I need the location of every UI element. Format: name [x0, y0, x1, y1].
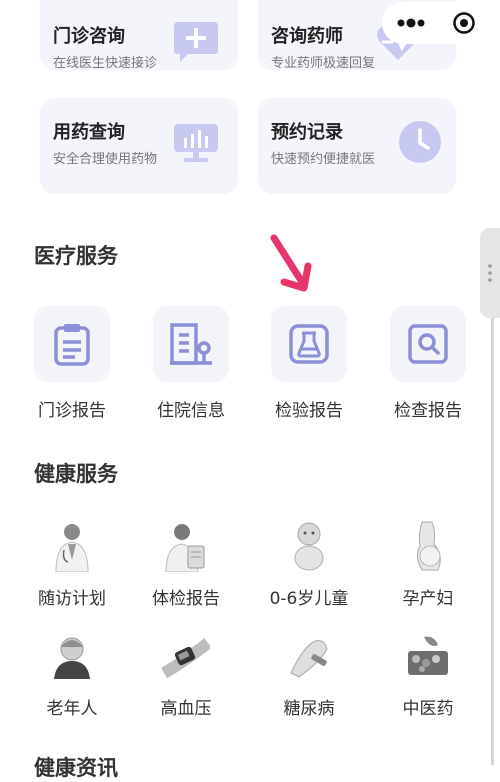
card-appointment-records[interactable]: 预约记录 快速预约便捷就医: [258, 98, 456, 194]
doctor-photo: [46, 520, 98, 572]
health-diabetes[interactable]: 糖尿病: [254, 630, 364, 719]
health-label: 中医药: [402, 699, 454, 719]
health-label: 糖尿病: [283, 699, 335, 719]
magnifier-icon: [408, 324, 448, 364]
herbs-photo: [402, 630, 454, 682]
health-follow-up-plan[interactable]: 随访计划: [17, 520, 127, 609]
health-news-title: 健康资讯: [34, 756, 118, 780]
health-label: 老年人: [46, 699, 98, 719]
health-checkup-report[interactable]: 体检报告: [131, 520, 241, 609]
card-title: 用药查询: [53, 122, 125, 143]
pregnant-photo: [402, 520, 454, 572]
miniprogram-capsule: [382, 2, 490, 44]
scrollbar-handle[interactable]: [480, 228, 500, 318]
health-label: 体检报告: [152, 589, 220, 609]
service-label: 检验报告: [275, 401, 343, 421]
grip-dots-icon: [488, 264, 492, 282]
health-label: 孕产妇: [402, 589, 454, 609]
clock-icon: [399, 121, 441, 163]
card-medication-query[interactable]: 用药查询 安全合理使用药物: [40, 98, 238, 194]
health-label: 高血压: [160, 699, 212, 719]
service-inpatient-info[interactable]: 住院信息: [141, 306, 241, 421]
service-icon-box: [390, 306, 466, 382]
service-icon-box: [271, 306, 347, 382]
health-label: 0-6岁儿童: [269, 589, 349, 609]
card-title: 门诊咨询: [53, 26, 125, 47]
card-title: 预约记录: [271, 122, 343, 143]
annotation-arrow: [270, 234, 312, 292]
health-services-title: 健康服务: [34, 462, 118, 486]
medical-services-title: 医疗服务: [34, 244, 118, 268]
health-children-0-6[interactable]: 0-6岁儿童: [254, 520, 364, 609]
close-target-icon[interactable]: [452, 11, 476, 35]
service-exam-report[interactable]: 检查报告: [378, 306, 478, 421]
service-label: 住院信息: [157, 401, 225, 421]
health-label: 随访计划: [38, 589, 106, 609]
baby-photo: [283, 520, 335, 572]
health-maternal[interactable]: 孕产妇: [373, 520, 483, 609]
blood-pressure-photo: [160, 630, 212, 682]
card-subtitle: 快速预约便捷就医: [271, 152, 376, 167]
health-tcm[interactable]: 中医药: [373, 630, 483, 719]
service-icon-box: [34, 306, 110, 382]
card-outpatient-consult[interactable]: 门诊咨询 在线医生快速接诊: [40, 0, 238, 70]
glucose-photo: [283, 630, 335, 682]
more-icon[interactable]: [396, 16, 426, 30]
building-icon: [170, 323, 212, 365]
elderly-photo: [46, 630, 98, 682]
health-elderly[interactable]: 老年人: [17, 630, 127, 719]
clipboard-icon: [54, 324, 90, 366]
doctor-clipboard-photo: [160, 520, 212, 572]
service-icon-box: [153, 306, 229, 382]
service-label: 检查报告: [394, 401, 462, 421]
service-outpatient-report[interactable]: 门诊报告: [22, 306, 122, 421]
scrollbar-track: [491, 318, 494, 765]
service-lab-report[interactable]: 检验报告: [259, 306, 359, 421]
monitor-chart-icon: [174, 124, 218, 162]
health-hypertension[interactable]: 高血压: [131, 630, 241, 719]
card-title: 咨询药师: [271, 26, 343, 47]
card-subtitle: 安全合理使用药物: [53, 152, 158, 167]
service-label: 门诊报告: [38, 401, 106, 421]
card-subtitle: 在线医生快速接诊: [53, 56, 158, 70]
card-subtitle: 专业药师极速回复: [271, 56, 376, 70]
flask-icon: [289, 324, 329, 364]
chat-plus-icon: [174, 22, 218, 62]
